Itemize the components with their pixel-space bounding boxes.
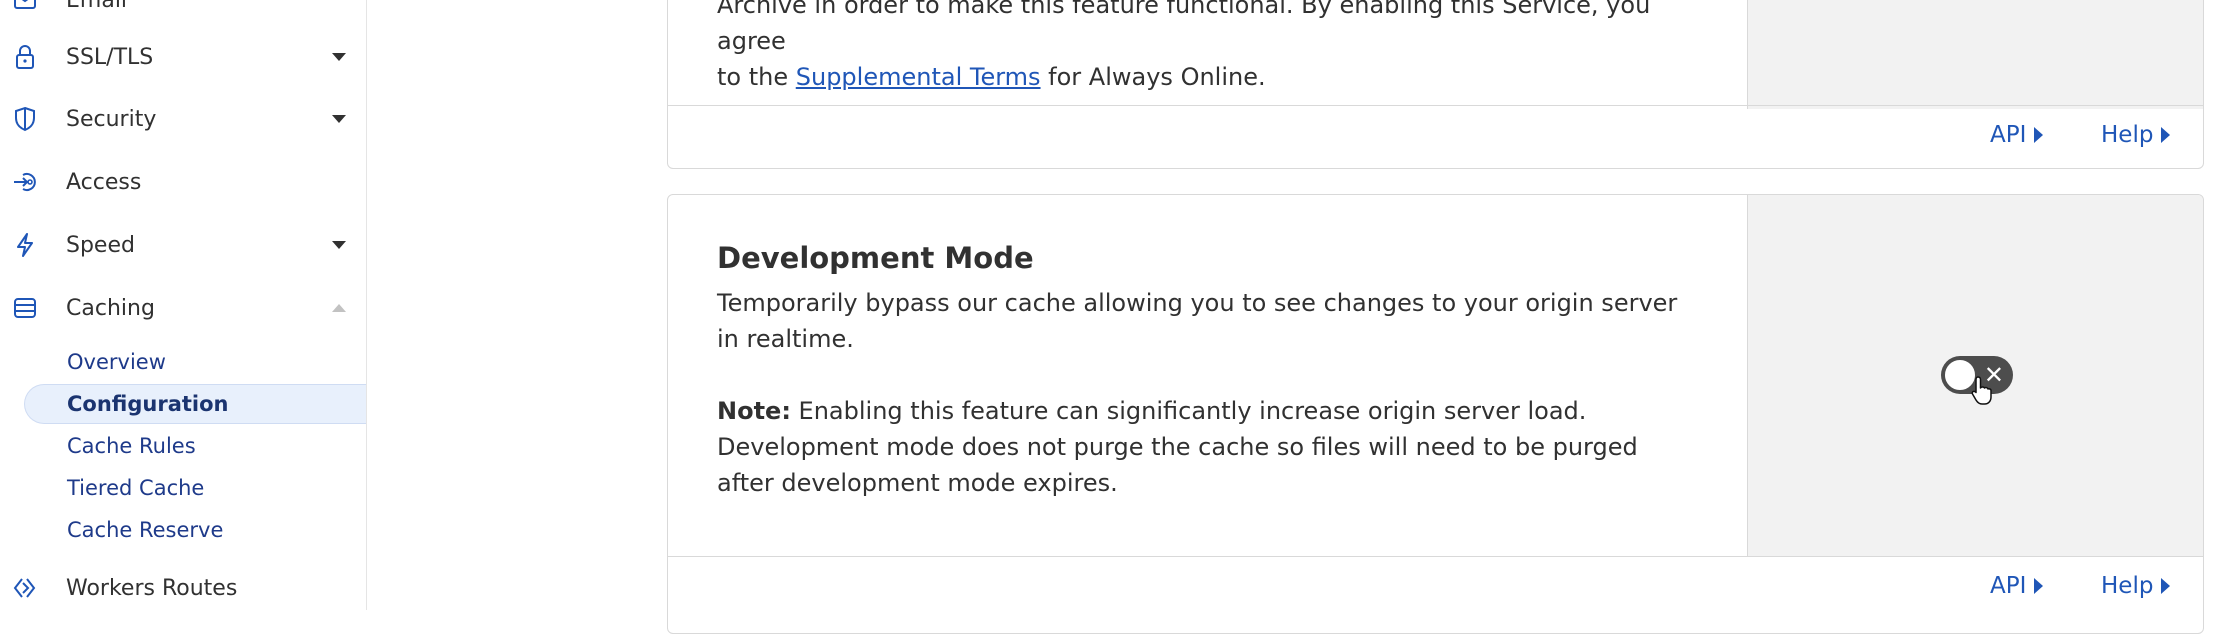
- description-line: Archive in order to make this feature fu…: [717, 0, 1651, 55]
- chevron-down-icon[interactable]: [332, 115, 346, 123]
- workers-icon: [10, 573, 40, 603]
- lightning-icon: [10, 230, 40, 260]
- sidebar-item-label: Security: [66, 106, 157, 132]
- sidebar-item-label: Access: [66, 169, 142, 195]
- sidebar-subitem-label: Overview: [67, 350, 166, 374]
- sidebar-subitem-label: Configuration: [67, 392, 229, 416]
- sidebar-subitem-label: Tiered Cache: [67, 476, 205, 500]
- sidebar: Email SSL/TLS Security Access Speed Cach…: [0, 0, 367, 610]
- note-label: Note:: [717, 397, 791, 425]
- sidebar-item-ssl-tls[interactable]: SSL/TLS: [0, 30, 366, 84]
- chevron-up-icon[interactable]: [332, 304, 346, 312]
- api-link[interactable]: API: [1990, 122, 2044, 148]
- sidebar-item-email[interactable]: Email: [0, 0, 366, 27]
- email-icon: [10, 0, 40, 15]
- always-online-card: Archive in order to make this feature fu…: [667, 0, 2204, 169]
- help-link-label: Help: [2101, 122, 2154, 148]
- card-note: Note: Enabling this feature can signific…: [717, 393, 1697, 501]
- api-link-label: API: [1990, 573, 2027, 599]
- caret-right-icon: [2161, 127, 2171, 143]
- sidebar-subitem-label: Cache Rules: [67, 434, 196, 458]
- card-title: Development Mode: [717, 241, 1034, 275]
- api-link[interactable]: API: [1990, 573, 2044, 599]
- sidebar-subitem-label: Cache Reserve: [67, 518, 224, 542]
- development-mode-side-panel: ✕: [1747, 195, 2203, 557]
- help-link-label: Help: [2101, 573, 2154, 599]
- sidebar-item-access[interactable]: Access: [0, 155, 366, 209]
- description-text: to the: [717, 63, 796, 91]
- sidebar-subitem-tiered-cache[interactable]: Tiered Cache: [0, 468, 366, 508]
- caret-right-icon: [2161, 578, 2171, 594]
- shield-icon: [10, 104, 40, 134]
- sidebar-item-speed[interactable]: Speed: [0, 218, 366, 272]
- api-link-label: API: [1990, 122, 2027, 148]
- caret-right-icon: [2034, 578, 2044, 594]
- card-description: Temporarily bypass our cache allowing yo…: [717, 289, 1678, 353]
- sidebar-subitem-cache-reserve[interactable]: Cache Reserve: [0, 510, 366, 550]
- card-footer: API Help: [668, 105, 2203, 168]
- sidebar-item-workers-routes[interactable]: Workers Routes: [0, 561, 366, 610]
- supplemental-terms-link[interactable]: Supplemental Terms: [796, 63, 1041, 91]
- lock-icon: [10, 42, 40, 72]
- sidebar-item-label: Caching: [66, 295, 155, 321]
- chevron-down-icon[interactable]: [332, 241, 346, 249]
- sidebar-subitem-configuration[interactable]: Configuration: [24, 384, 366, 424]
- help-link[interactable]: Help: [2101, 122, 2171, 148]
- sidebar-subitem-cache-rules[interactable]: Cache Rules: [0, 426, 366, 466]
- chevron-down-icon[interactable]: [332, 53, 346, 61]
- help-link[interactable]: Help: [2101, 573, 2171, 599]
- sidebar-subitem-overview[interactable]: Overview: [0, 342, 366, 382]
- development-mode-content: Development Mode Temporarily bypass our …: [717, 241, 1697, 501]
- always-online-description: Archive in order to make this feature fu…: [717, 0, 1697, 95]
- note-text: Enabling this feature can significantly …: [717, 397, 1638, 497]
- description-text: for Always Online.: [1040, 63, 1266, 91]
- sidebar-item-caching[interactable]: Caching: [0, 281, 366, 335]
- sidebar-item-label: SSL/TLS: [66, 44, 154, 70]
- hand-cursor-icon: [1971, 376, 1992, 405]
- access-icon: [10, 167, 40, 197]
- sidebar-item-security[interactable]: Security: [0, 92, 366, 146]
- caret-right-icon: [2034, 127, 2044, 143]
- caching-icon: [10, 293, 40, 323]
- sidebar-item-label: Workers Routes: [66, 575, 238, 601]
- always-online-side-panel: [1747, 0, 2203, 109]
- sidebar-item-label: Email: [66, 0, 128, 13]
- development-mode-card: ✕ Development Mode Temporarily bypass ou…: [667, 194, 2204, 634]
- sidebar-item-label: Speed: [66, 232, 135, 258]
